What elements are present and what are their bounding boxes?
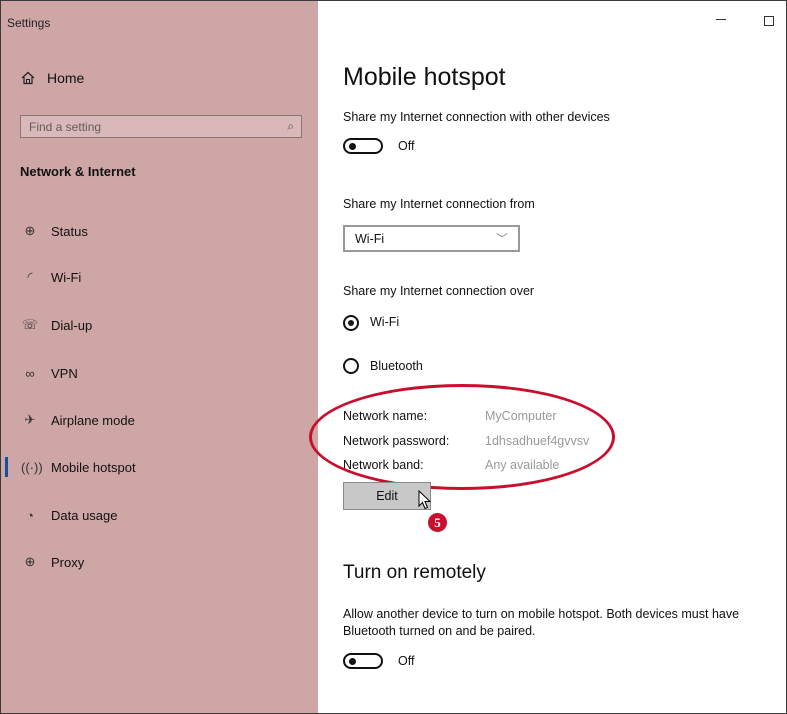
remote-section-title: Turn on remotely	[343, 562, 486, 583]
share-toggle-state: Off	[398, 139, 415, 153]
sidebar: Settings Home Find a setting ⌕ Network &…	[1, 1, 318, 713]
sidebar-item-label: Status	[51, 223, 88, 239]
share-from-select[interactable]: Wi-Fi ﹀	[343, 225, 520, 252]
sidebar-item-label: Data usage	[51, 507, 118, 523]
settings-window: Settings Home Find a setting ⌕ Network &…	[0, 0, 787, 714]
hotspot-icon: ((·))	[21, 459, 43, 475]
sidebar-item-label: Wi-Fi	[51, 269, 82, 285]
section-title: Network & Internet	[20, 164, 136, 179]
sidebar-item-mobile-hotspot[interactable]: ((·)) Mobile hotspot	[21, 457, 136, 477]
sidebar-item-airplane[interactable]: ✈ Airplane mode	[21, 410, 135, 430]
active-indicator	[5, 457, 8, 477]
home-icon	[21, 71, 35, 85]
sidebar-item-vpn[interactable]: ∞ VPN	[21, 363, 78, 383]
step-marker: 5	[428, 513, 447, 532]
search-input[interactable]: Find a setting	[29, 120, 101, 134]
share-from-label: Share my Internet connection from	[343, 197, 535, 211]
airplane-icon: ✈	[24, 412, 36, 427]
globe-icon: ⊕	[24, 554, 36, 569]
radio-wifi-label[interactable]: Wi-Fi	[370, 315, 399, 329]
sidebar-item-wifi[interactable]: ◜ Wi-Fi	[21, 267, 81, 287]
toggle-knob	[349, 658, 356, 665]
remote-description: Allow another device to turn on mobile h…	[343, 607, 740, 638]
phone-icon: ☏	[21, 317, 39, 332]
sidebar-item-label: Dial-up	[51, 317, 93, 333]
select-value: Wi-Fi	[355, 232, 385, 246]
data-usage-icon: ◔	[26, 507, 34, 523]
radio-bluetooth[interactable]	[343, 358, 359, 374]
share-label: Share my Internet connection with other …	[343, 110, 610, 124]
sidebar-item-label: Proxy	[51, 554, 85, 570]
sidebar-item-data-usage[interactable]: ◔ Data usage	[21, 505, 118, 525]
radio-bluetooth-label[interactable]: Bluetooth	[370, 359, 423, 373]
maximize-button[interactable]	[764, 16, 774, 26]
toggle-knob	[349, 143, 356, 150]
vpn-icon: ∞	[25, 365, 35, 381]
sidebar-item-dialup[interactable]: ☏ Dial-up	[21, 315, 92, 335]
minimize-button[interactable]	[716, 19, 726, 20]
search-icon[interactable]: ⌕	[287, 119, 294, 134]
mouse-cursor-icon	[418, 490, 432, 510]
sidebar-item-label: Airplane mode	[51, 412, 135, 428]
share-over-label: Share my Internet connection over	[343, 284, 535, 298]
search-box[interactable]: Find a setting ⌕	[20, 115, 302, 138]
radio-wifi[interactable]	[343, 315, 359, 331]
sidebar-item-label: Mobile hotspot	[51, 459, 136, 475]
share-toggle[interactable]	[343, 138, 383, 154]
page-title: Mobile hotspot	[343, 63, 506, 91]
wifi-icon: ◜	[27, 269, 33, 284]
window-title: Settings	[7, 16, 51, 30]
sidebar-item-label: VPN	[51, 365, 78, 381]
globe-status-icon: ⊕	[24, 223, 36, 238]
annotation-ellipse	[309, 384, 615, 490]
chevron-down-icon: ﹀	[495, 232, 508, 246]
sidebar-item-home[interactable]: Home	[21, 70, 84, 86]
sidebar-item-status[interactable]: ⊕ Status	[21, 221, 88, 241]
sidebar-item-proxy[interactable]: ⊕ Proxy	[21, 552, 85, 572]
sidebar-item-label: Home	[47, 70, 85, 86]
remote-toggle[interactable]	[343, 653, 383, 669]
remote-toggle-state: Off	[398, 654, 415, 668]
